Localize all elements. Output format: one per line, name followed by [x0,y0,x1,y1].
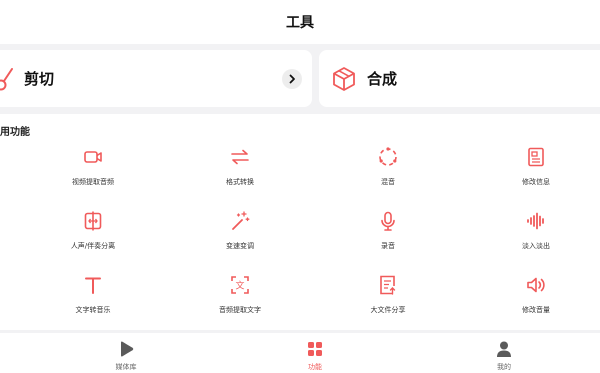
svg-text:文: 文 [235,280,244,292]
cut-card[interactable]: 剪切 [0,50,312,107]
info-card-icon [528,147,544,167]
tool-audio-to-text[interactable]: 文 音频提取文字 [165,274,315,334]
tool-label: 录音 [381,242,395,250]
media-play-icon [121,341,134,357]
tool-video-extract-audio[interactable]: 视频提取音频 [18,146,168,206]
tab-media-library[interactable]: 媒体库 [51,333,201,373]
text-scan-icon: 文 [231,276,249,294]
tool-label: 修改信息 [522,178,550,186]
volume-icon [527,277,545,293]
cut-label: 剪切 [24,70,55,88]
page-title: 工具 [286,15,314,31]
magic-wand-icon [232,211,250,230]
tool-fade[interactable]: 淡入淡出 [461,210,600,270]
video-camera-icon [84,151,102,163]
tool-mix[interactable]: 混音 [313,146,463,206]
merge-card[interactable]: 合成 [319,50,600,107]
tool-label: 视频提取音频 [72,178,114,186]
mix-circle-icon [379,147,397,166]
text-t-icon [85,277,101,294]
bottom-tab-bar: 媒体库 功能 我的 [0,333,600,373]
tool-label: 人声/伴奏分离 [70,242,116,250]
tool-big-file-share[interactable]: 大文件分享 [313,274,463,334]
tool-label: 淡入淡出 [522,242,550,250]
section-title: 用功能 [0,127,30,138]
tool-label: 格式转换 [226,178,254,186]
grid-icon [308,342,322,356]
tab-label: 功能 [308,363,322,371]
swap-arrows-icon [231,149,249,165]
file-share-icon [380,275,396,295]
cube-icon [332,66,356,92]
tool-vocal-separate[interactable]: 人声/伴奏分离 [18,210,168,270]
tool-label: 大文件分享 [370,306,406,314]
tab-profile[interactable]: 我的 [429,333,579,373]
tool-edit-info[interactable]: 修改信息 [461,146,600,206]
user-icon [497,341,511,357]
scissors-icon [0,66,16,92]
tool-edit-volume[interactable]: 修改音量 [461,274,600,334]
chevron-right-icon[interactable] [282,69,302,89]
merge-label: 合成 [367,70,398,88]
header-bar: 工具 [0,0,600,44]
tool-label: 混音 [381,178,395,186]
separate-icon [84,211,102,231]
tab-label: 我的 [497,363,511,371]
tool-label: 修改音量 [522,306,550,314]
tab-label: 媒体库 [115,363,137,371]
tool-speed-pitch[interactable]: 变速变调 [165,210,315,270]
tool-label: 变速变调 [226,242,254,250]
tool-label: 音频提取文字 [219,306,261,314]
tab-functions[interactable]: 功能 [240,333,390,373]
tool-format-convert[interactable]: 格式转换 [165,146,315,206]
waveform-icon [527,212,544,230]
microphone-icon [381,211,395,231]
tool-label: 文字转音乐 [75,306,111,314]
tool-record[interactable]: 录音 [313,210,463,270]
tool-text-to-music[interactable]: 文字转音乐 [18,274,168,334]
